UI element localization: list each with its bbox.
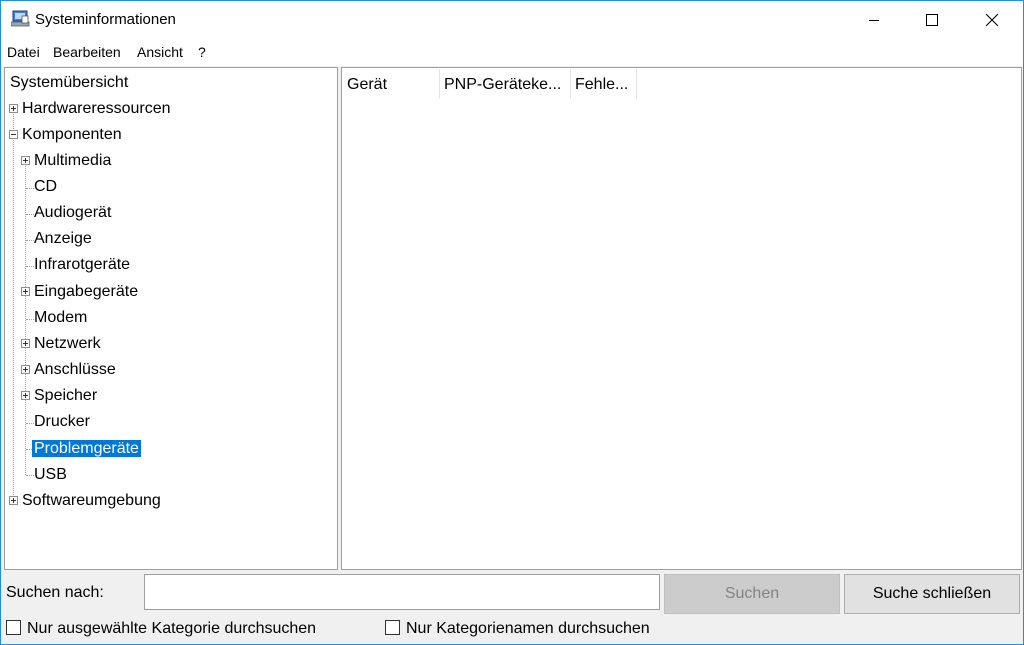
- tree-item-multimedia[interactable]: Multimedia: [32, 150, 113, 172]
- category-tree[interactable]: Systemübersicht Hardwareressourcen Kompo…: [4, 67, 338, 570]
- tree-item-komponenten[interactable]: Komponenten: [20, 124, 124, 146]
- only-category-names-checkbox[interactable]: [385, 620, 400, 635]
- tree-item-label: Netzwerk: [34, 335, 101, 352]
- tree-connector: [25, 161, 26, 475]
- tree-item-modem[interactable]: Modem: [32, 307, 89, 329]
- tree-item-label: Modem: [34, 309, 88, 326]
- expand-plus-icon[interactable]: [9, 496, 18, 505]
- tree-item-problemgeraete[interactable]: Problemgeräte: [32, 438, 141, 460]
- system-information-app-icon: [11, 10, 30, 27]
- tree-item-label: Anzeige: [34, 230, 92, 247]
- search-button[interactable]: Suchen: [664, 574, 840, 614]
- only-selected-category-label[interactable]: Nur ausgewählte Kategorie durchsuchen: [27, 620, 316, 638]
- tree-item-speicher[interactable]: Speicher: [32, 385, 99, 407]
- tree-item-label: Drucker: [34, 413, 91, 430]
- search-input[interactable]: [144, 574, 660, 610]
- menu-ansicht[interactable]: Ansicht: [137, 44, 183, 60]
- tree-item-label: Komponenten: [22, 126, 122, 143]
- column-header-fehlercode[interactable]: Fehle...: [571, 69, 637, 99]
- minimize-button[interactable]: [851, 1, 897, 38]
- tree-item-label: Softwareumgebung: [22, 492, 161, 509]
- tree-item-label: Speicher: [34, 387, 98, 404]
- tree-item-audiogeraet[interactable]: Audiogerät: [32, 202, 113, 224]
- tree-item-usb[interactable]: USB: [32, 464, 69, 486]
- tree-item-eingabegeraete[interactable]: Eingabegeräte: [32, 281, 140, 303]
- tree-item-softwareumgebung[interactable]: Softwareumgebung: [20, 490, 163, 512]
- tree-item-label: Multimedia: [34, 152, 112, 169]
- maximize-button[interactable]: [909, 1, 955, 38]
- tree-item-label: CD: [34, 178, 58, 195]
- tree-item-drucker[interactable]: Drucker: [32, 411, 92, 433]
- tree-item-label: USB: [34, 466, 67, 483]
- title-bar[interactable]: Systeminformationen: [1, 1, 1023, 38]
- details-list[interactable]: Gerät PNP-Geräteke... Fehle...: [341, 67, 1022, 570]
- tree-item-label: Systemübersicht: [10, 74, 129, 91]
- tree-item-anzeige[interactable]: Anzeige: [32, 228, 94, 250]
- tree-item-anschluesse[interactable]: Anschlüsse: [32, 359, 118, 381]
- expand-plus-icon[interactable]: [21, 287, 30, 296]
- column-header-geraet[interactable]: Gerät: [343, 69, 440, 99]
- tree-item-netzwerk[interactable]: Netzwerk: [32, 333, 103, 355]
- only-category-names-label[interactable]: Nur Kategorienamen durchsuchen: [406, 620, 650, 638]
- tree-item-hardwareressourcen[interactable]: Hardwareressourcen: [20, 98, 173, 120]
- menu-help[interactable]: ?: [198, 44, 206, 60]
- tree-item-label-selected: Problemgeräte: [32, 440, 141, 457]
- menu-bar: Datei Bearbeiten Ansicht ?: [1, 38, 1023, 66]
- tree-connector: [13, 109, 14, 501]
- tree-item-label: Eingabegeräte: [34, 283, 139, 300]
- window-title: Systeminformationen: [35, 11, 176, 28]
- collapse-minus-icon[interactable]: [9, 130, 18, 139]
- close-button[interactable]: [969, 1, 1015, 38]
- menu-datei[interactable]: Datei: [7, 44, 40, 60]
- only-selected-category-checkbox[interactable]: [6, 620, 21, 635]
- close-icon: [985, 13, 999, 26]
- minimize-icon: [869, 19, 879, 21]
- expand-plus-icon[interactable]: [21, 365, 30, 374]
- system-information-window: Systeminformationen Datei Bearbeiten Ans…: [0, 0, 1024, 645]
- expand-plus-icon[interactable]: [9, 104, 18, 113]
- expand-plus-icon[interactable]: [21, 339, 30, 348]
- tree-item-label: Infrarotgeräte: [34, 256, 131, 273]
- close-search-button[interactable]: Suche schließen: [844, 574, 1020, 614]
- expand-plus-icon[interactable]: [21, 156, 30, 165]
- maximize-icon: [926, 13, 938, 26]
- tree-item-label: Anschlüsse: [34, 361, 116, 378]
- search-label: Suchen nach:: [6, 584, 104, 601]
- tree-item-cd[interactable]: CD: [32, 176, 59, 198]
- tree-item-systemuebersicht[interactable]: Systemübersicht: [8, 72, 130, 94]
- tree-item-label: Audiogerät: [34, 204, 112, 221]
- menu-bearbeiten[interactable]: Bearbeiten: [53, 44, 121, 60]
- column-header-pnp-geraetekennung[interactable]: PNP-Geräteke...: [440, 69, 571, 99]
- tree-item-infrarotgeraete[interactable]: Infrarotgeräte: [32, 254, 132, 276]
- expand-plus-icon[interactable]: [21, 391, 30, 400]
- tree-item-label: Hardwareressourcen: [22, 100, 171, 117]
